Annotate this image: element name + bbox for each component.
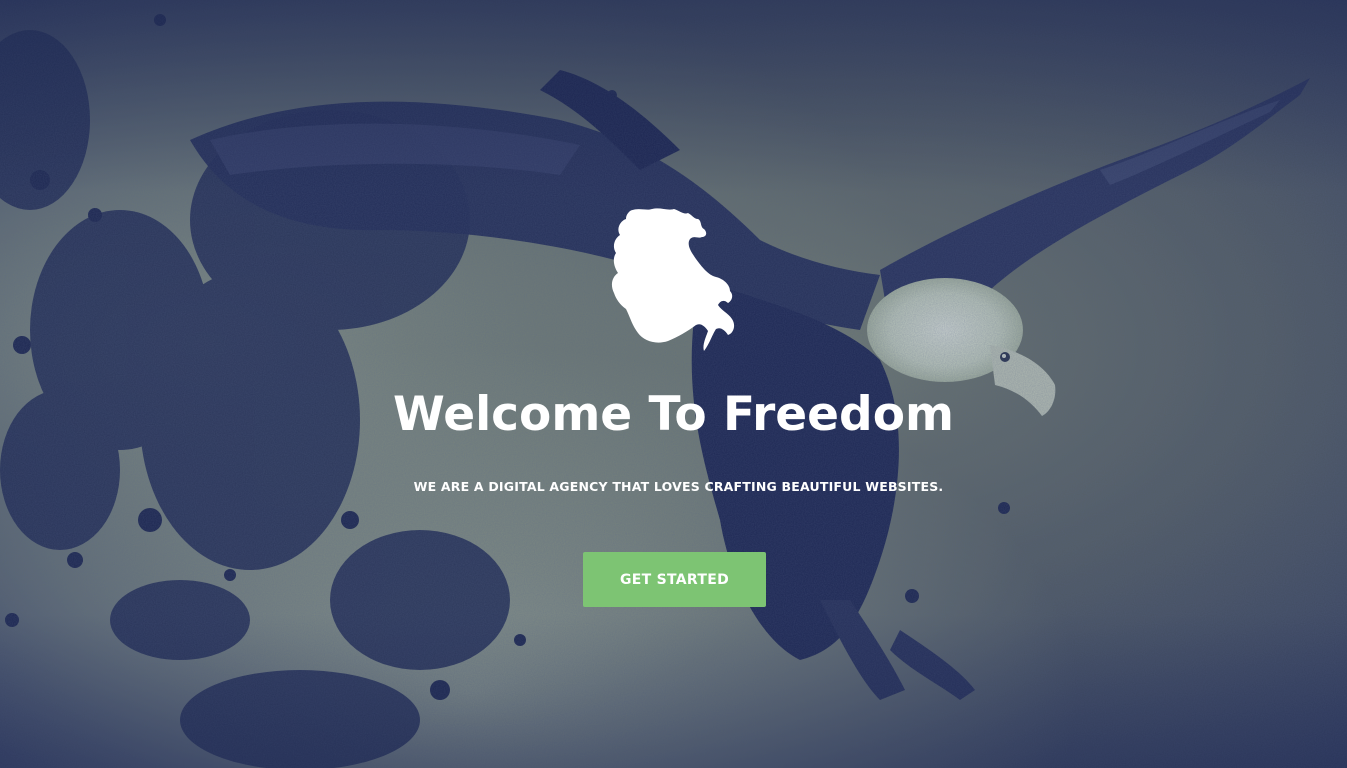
hero-subtitle: WE ARE A DIGITAL AGENCY THAT LOVES CRAFT…: [413, 479, 944, 494]
hero-title: Welcome To Freedom: [393, 387, 954, 442]
hero-content: Welcome To Freedom WE ARE A DIGITAL AGEN…: [0, 0, 1347, 768]
get-started-button[interactable]: GET STARTED: [583, 552, 766, 607]
hero-section: Welcome To Freedom WE ARE A DIGITAL AGEN…: [0, 0, 1347, 768]
rearing-horse-icon: [611, 208, 735, 351]
